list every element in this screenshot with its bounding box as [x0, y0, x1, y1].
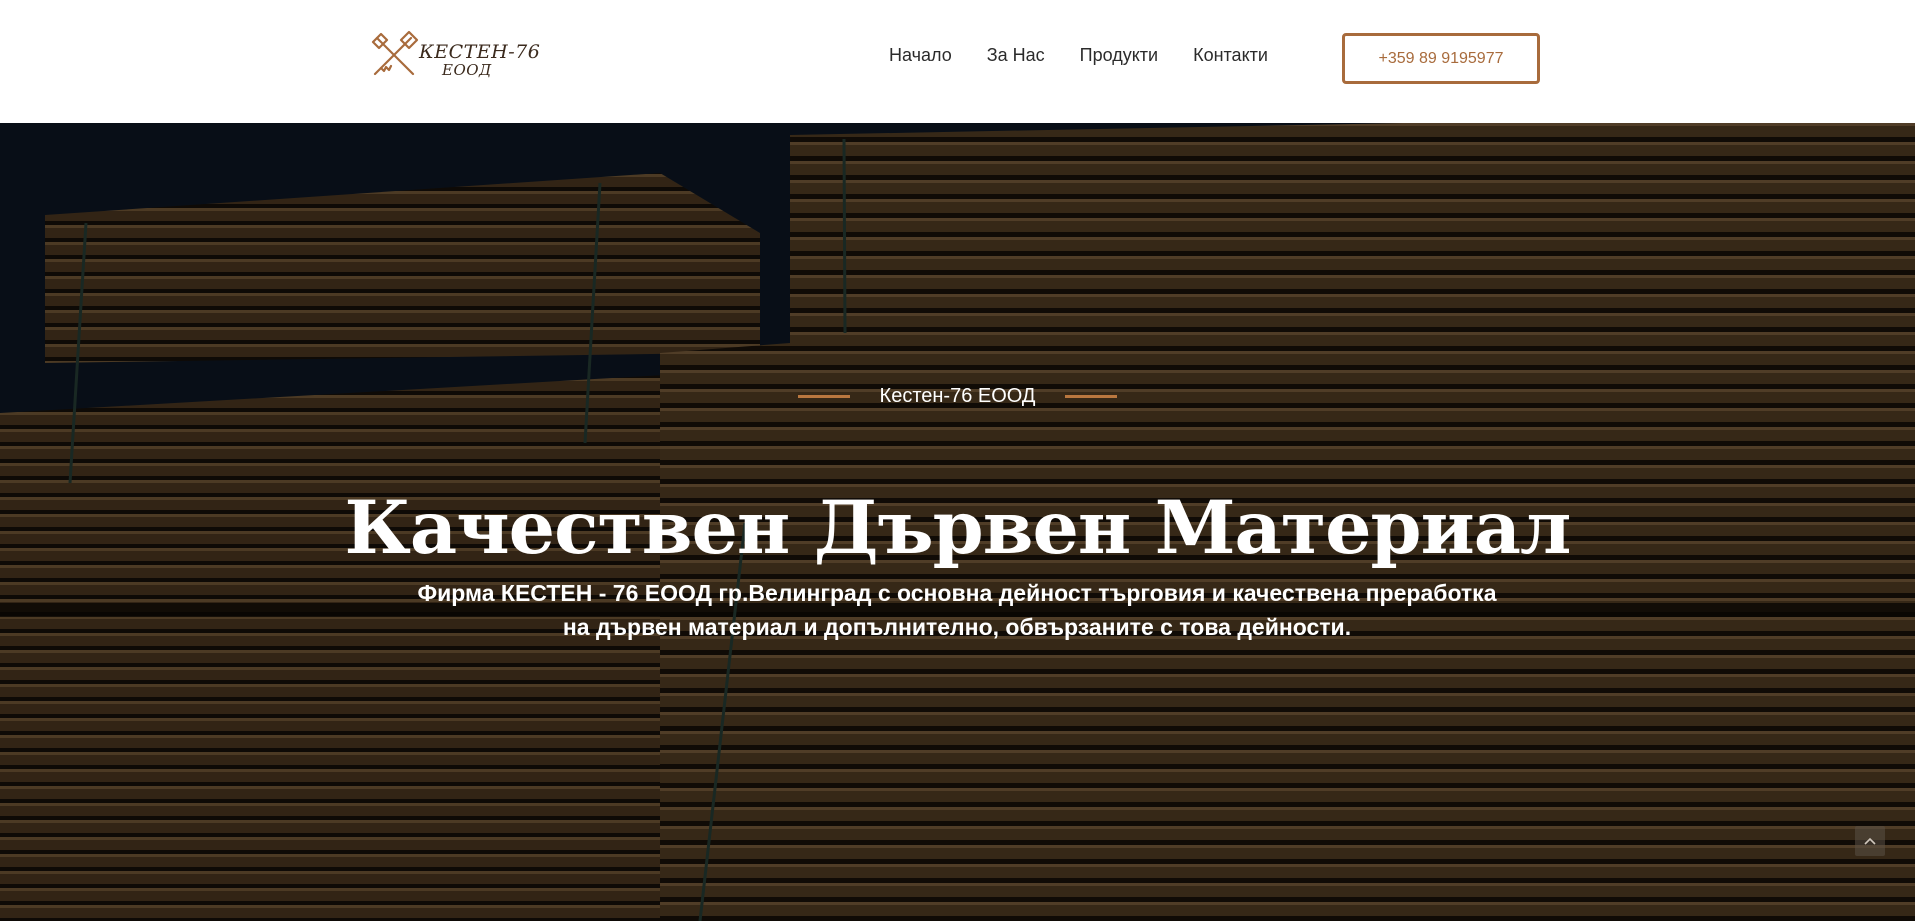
nav-item-home[interactable]: Начало — [889, 45, 952, 66]
eyebrow-line-left — [797, 395, 850, 398]
main-nav: Начало За Нас Продукти Контакти — [889, 45, 1268, 66]
site-header: КЕСТЕН-76 ЕООД Начало За Нас Продукти Ко… — [0, 0, 1915, 123]
logo[interactable]: КЕСТЕН-76 ЕООД — [369, 30, 541, 84]
nav-item-about[interactable]: За Нас — [987, 45, 1045, 66]
hero-description: Фирма КЕСТЕН - 76 ЕООД гр.Велинград с ос… — [417, 580, 1497, 640]
nav-item-contacts[interactable]: Контакти — [1193, 45, 1268, 66]
crossed-axes-logo-icon — [371, 30, 419, 76]
logo-text-primary: КЕСТЕН-76 — [419, 41, 541, 63]
phone-button[interactable]: +359 89 9195977 — [1342, 33, 1540, 84]
nav-item-products[interactable]: Продукти — [1080, 45, 1158, 66]
logo-text-secondary: ЕООД — [442, 61, 492, 79]
eyebrow-line-right — [1065, 395, 1118, 398]
hero-section: Кестен-76 ЕООД Качествен Дървен Материал… — [0, 123, 1915, 921]
chevron-up-icon — [1864, 837, 1876, 845]
scroll-to-top-button[interactable] — [1855, 826, 1885, 856]
hero-eyebrow: Кестен-76 ЕООД — [0, 385, 1915, 408]
hero-title: Качествен Дървен Материал — [344, 484, 1572, 571]
eyebrow-text: Кестен-76 ЕООД — [879, 385, 1036, 407]
